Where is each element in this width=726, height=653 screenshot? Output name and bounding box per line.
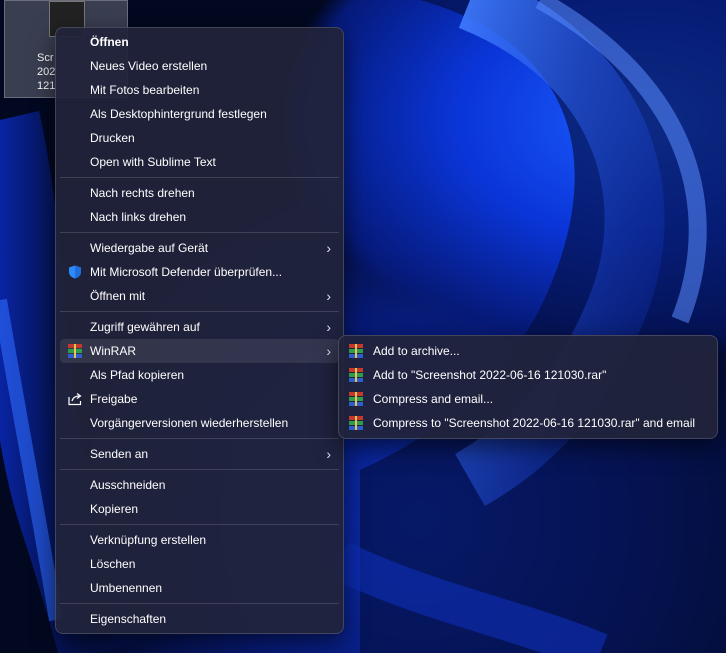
menu-item-label: Freigabe <box>90 392 138 406</box>
chevron-right-icon: › <box>326 319 331 335</box>
winrar-icon <box>349 416 363 430</box>
menu-item-label: Umbenennen <box>90 581 163 595</box>
chevron-right-icon: › <box>326 288 331 304</box>
menu-item-copy[interactable]: Kopieren <box>60 497 339 521</box>
menu-item-give-access[interactable]: Zugriff gewähren auf › <box>60 315 339 339</box>
winrar-icon <box>349 344 363 358</box>
menu-item-label: Senden an <box>90 447 149 461</box>
menu-item-rotate-right[interactable]: Nach rechts drehen <box>60 181 339 205</box>
menu-item-cut[interactable]: Ausschneiden <box>60 473 339 497</box>
winrar-submenu: Add to archive... Add to "Screenshot 202… <box>338 335 718 439</box>
menu-item-label: Vorgängerversionen wiederherstellen <box>90 416 289 430</box>
submenu-item-add-to-archive[interactable]: Add to archive... <box>343 339 713 363</box>
menu-item-rotate-left[interactable]: Nach links drehen <box>60 205 339 229</box>
menu-item-restore-previous[interactable]: Vorgängerversionen wiederherstellen <box>60 411 339 435</box>
submenu-item-label: Add to "Screenshot 2022-06-16 121030.rar… <box>373 368 607 382</box>
menu-item-cast-to-device[interactable]: Wiedergabe auf Gerät › <box>60 236 339 260</box>
menu-item-label: Mit Microsoft Defender überprüfen... <box>90 265 283 279</box>
menu-item-label: Als Desktophintergrund festlegen <box>90 107 267 121</box>
shield-icon <box>68 265 82 279</box>
menu-item-label: Verknüpfung erstellen <box>90 533 207 547</box>
share-icon <box>68 392 82 406</box>
menu-item-label: Mit Fotos bearbeiten <box>90 83 200 97</box>
chevron-right-icon: › <box>326 446 331 462</box>
menu-item-label: Als Pfad kopieren <box>90 368 185 382</box>
winrar-icon <box>349 368 363 382</box>
menu-separator <box>60 524 339 525</box>
menu-item-label: Nach links drehen <box>90 210 187 224</box>
menu-item-defender-scan[interactable]: Mit Microsoft Defender überprüfen... <box>60 260 339 284</box>
menu-item-edit-photos[interactable]: Mit Fotos bearbeiten <box>60 78 339 102</box>
menu-item-label: WinRAR <box>90 344 137 358</box>
menu-item-label: Löschen <box>90 557 136 571</box>
winrar-icon <box>68 344 82 358</box>
menu-item-print[interactable]: Drucken <box>60 126 339 150</box>
submenu-item-compress-email[interactable]: Compress and email... <box>343 387 713 411</box>
winrar-icon <box>349 392 363 406</box>
menu-item-properties[interactable]: Eigenschaften <box>60 607 339 631</box>
menu-item-label: Zugriff gewähren auf <box>90 320 200 334</box>
menu-item-open-with[interactable]: Öffnen mit › <box>60 284 339 308</box>
menu-item-label: Open with Sublime Text <box>90 155 216 169</box>
menu-item-label: Neues Video erstellen <box>90 59 208 73</box>
menu-item-label: Öffnen mit <box>90 289 146 303</box>
submenu-item-label: Compress and email... <box>373 392 494 406</box>
chevron-right-icon: › <box>326 343 331 359</box>
menu-item-open[interactable]: Öffnen <box>60 30 339 54</box>
menu-item-label: Eigenschaften <box>90 612 167 626</box>
context-menu: Öffnen Neues Video erstellen Mit Fotos b… <box>55 27 344 634</box>
menu-item-label: Drucken <box>90 131 135 145</box>
menu-item-rename[interactable]: Umbenennen <box>60 576 339 600</box>
menu-separator <box>60 311 339 312</box>
menu-item-winrar[interactable]: WinRAR › <box>60 339 339 363</box>
menu-item-send-to[interactable]: Senden an › <box>60 442 339 466</box>
menu-item-create-shortcut[interactable]: Verknüpfung erstellen <box>60 528 339 552</box>
menu-item-copy-as-path[interactable]: Als Pfad kopieren <box>60 363 339 387</box>
menu-item-share[interactable]: Freigabe <box>60 387 339 411</box>
submenu-item-add-to-rar[interactable]: Add to "Screenshot 2022-06-16 121030.rar… <box>343 363 713 387</box>
menu-separator <box>60 469 339 470</box>
menu-item-delete[interactable]: Löschen <box>60 552 339 576</box>
menu-separator <box>60 603 339 604</box>
menu-item-label: Öffnen <box>90 35 129 49</box>
menu-separator <box>60 438 339 439</box>
menu-item-set-wallpaper[interactable]: Als Desktophintergrund festlegen <box>60 102 339 126</box>
menu-separator <box>60 177 339 178</box>
chevron-right-icon: › <box>326 240 331 256</box>
submenu-item-label: Add to archive... <box>373 344 460 358</box>
menu-separator <box>60 232 339 233</box>
submenu-item-label: Compress to "Screenshot 2022-06-16 12103… <box>373 416 696 430</box>
menu-item-label: Nach rechts drehen <box>90 186 195 200</box>
submenu-item-compress-to-rar-email[interactable]: Compress to "Screenshot 2022-06-16 12103… <box>343 411 713 435</box>
menu-item-label: Ausschneiden <box>90 478 166 492</box>
menu-item-new-video[interactable]: Neues Video erstellen <box>60 54 339 78</box>
menu-item-label: Kopieren <box>90 502 139 516</box>
menu-item-label: Wiedergabe auf Gerät <box>90 241 209 255</box>
menu-item-open-sublime[interactable]: Open with Sublime Text <box>60 150 339 174</box>
